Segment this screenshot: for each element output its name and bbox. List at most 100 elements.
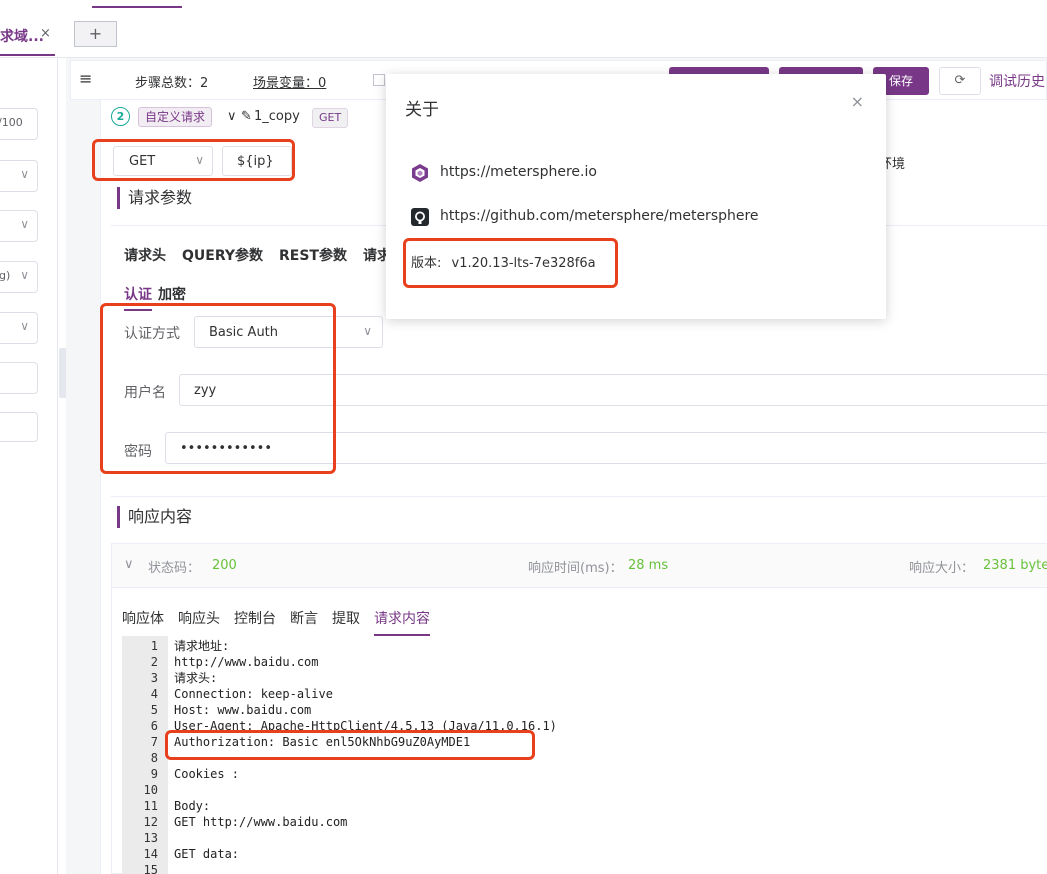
line-number: 14 [143, 847, 158, 861]
highlight-authorization [165, 730, 535, 760]
highlight-version [403, 238, 618, 288]
line-number: 8 [150, 751, 158, 765]
left-select-4[interactable]: ∨ [0, 312, 38, 344]
tab-extract[interactable]: 提取 [332, 608, 360, 628]
code-line: 10 [122, 782, 1047, 798]
code-line: 11 Body: [122, 798, 1047, 814]
tab-bar [0, 0, 1047, 58]
dialog-title: 关于 [405, 100, 439, 120]
tab-response-headers[interactable]: 响应头 [178, 608, 220, 628]
step-number: 2 [111, 107, 130, 126]
request-type-tag: 自定义请求 [138, 107, 213, 127]
method-tag: GET [312, 108, 349, 128]
request-name: 1_copy [254, 109, 300, 124]
response-time-value: 28 ms [628, 558, 669, 573]
code-line: 12 GET http://www.baidu.com [122, 814, 1047, 830]
tab-label: 求域... [0, 29, 44, 45]
github-icon [411, 208, 429, 226]
left-textarea[interactable] [0, 412, 38, 442]
request-params-title: 请求参数 [117, 187, 192, 209]
status-value: 200 [212, 558, 237, 573]
counter-text: 1/100 [0, 116, 23, 129]
chevron-down-icon: ∨ [20, 319, 29, 333]
line-text: GET data: [174, 847, 240, 861]
chevron-down-icon: ∨ [363, 324, 372, 338]
tab-rest[interactable]: REST参数 [279, 248, 347, 264]
response-panel: ∨ 状态码： 200 响应时间(ms)： 28 ms 响应大小： 2381 by… [111, 543, 1047, 874]
line-number: 13 [143, 831, 158, 845]
tab-query[interactable]: QUERY参数 [182, 248, 263, 264]
response-time-label: 响应时间(ms)： [528, 561, 623, 576]
line-number: 6 [150, 719, 158, 733]
collapse-chevron-icon[interactable]: ∨ [124, 557, 134, 572]
code-line: 15 [122, 862, 1047, 874]
code-line: 3 请求头: [122, 670, 1047, 686]
chevron-down-icon: ∨ [20, 217, 29, 231]
tab-indicator [92, 0, 182, 8]
line-text: Connection: keep-alive [174, 687, 333, 701]
expand-chevron-icon[interactable]: ∨ [227, 109, 237, 124]
select-text: g) [0, 269, 11, 282]
code-line: 13 [122, 830, 1047, 846]
code-line: 2 http://www.baidu.com [122, 654, 1047, 670]
line-text: 请求头: [174, 671, 218, 685]
status-label: 状态码： [148, 561, 201, 576]
chevron-down-icon: ∨ [20, 167, 29, 181]
metersphere-logo-icon [412, 164, 428, 182]
left-input[interactable] [0, 362, 38, 394]
left-panel: 1/100 ∨ ∨ g) ∨ ∨ [0, 58, 58, 874]
chevron-down-icon: ∨ [20, 268, 29, 282]
line-text: GET http://www.baidu.com [174, 815, 348, 829]
steps-total: 步骤总数：2 [135, 76, 209, 91]
line-number: 9 [150, 767, 158, 781]
code-line: 4 Connection: keep-alive [122, 686, 1047, 702]
tab-response-body[interactable]: 响应体 [122, 608, 164, 628]
line-number: 1 [150, 639, 158, 653]
response-tabs: 响应体 响应头 控制台 断言 提取 请求内容 [122, 608, 444, 636]
line-text: 请求地址: [174, 639, 230, 653]
about-dialog: 关于 × https://metersphere.io https://gith… [386, 74, 886, 319]
tab-assertions[interactable]: 断言 [290, 608, 318, 628]
line-number: 4 [150, 687, 158, 701]
response-summary: ∨ 状态码： 200 响应时间(ms)： 28 ms 响应大小： 2381 by… [112, 544, 1047, 588]
left-select-3[interactable]: g) ∨ [0, 261, 38, 293]
line-number: 11 [143, 799, 158, 813]
line-number: 2 [150, 655, 158, 669]
highlight-auth [100, 303, 336, 474]
tab-encrypt[interactable]: 加密 [158, 287, 186, 303]
menu-icon[interactable]: ≡ [79, 69, 92, 88]
add-tab-button[interactable]: + [74, 21, 117, 47]
close-icon[interactable]: × [40, 26, 51, 41]
checkbox-1[interactable] [373, 74, 385, 86]
github-url: https://github.com/metersphere/metersphe… [440, 208, 759, 224]
tab-console[interactable]: 控制台 [234, 608, 276, 628]
line-number: 5 [150, 703, 158, 717]
left-select-1[interactable]: ∨ [0, 160, 38, 192]
refresh-icon[interactable]: ⟳ [939, 67, 981, 95]
line-number: 10 [143, 783, 158, 797]
line-text: http://www.baidu.com [174, 655, 319, 669]
auth-tabs: 认证 加密 [124, 284, 202, 311]
code-line: 14 GET data: [122, 846, 1047, 862]
line-number: 12 [143, 815, 158, 829]
response-size-value: 2381 bytes [983, 558, 1047, 573]
line-text: Body: [174, 799, 211, 813]
params-tabs: 请求头 QUERY参数 REST参数 请求 [124, 245, 407, 265]
response-size-label: 响应大小： [909, 561, 975, 576]
counter-input[interactable]: 1/100 [0, 108, 38, 140]
scenario-variables-link[interactable]: 场景变量：0 [253, 72, 326, 91]
line-text: Cookies : [174, 767, 240, 781]
website-url: https://metersphere.io [440, 164, 597, 180]
line-number: 7 [150, 735, 158, 749]
code-line: 1 请求地址: [122, 638, 1047, 654]
line-number: 3 [150, 671, 158, 685]
line-text: Host: www.baidu.com [174, 703, 312, 717]
tab-request-content[interactable]: 请求内容 [374, 608, 430, 636]
tab-headers[interactable]: 请求头 [124, 248, 166, 264]
debug-history-link[interactable]: 调试历史 [989, 71, 1045, 91]
response-title: 响应内容 [117, 506, 192, 528]
close-icon[interactable]: × [851, 92, 864, 111]
edit-pencil-icon[interactable]: ✎ [241, 109, 252, 124]
left-select-2[interactable]: ∨ [0, 210, 38, 242]
line-number: 15 [143, 863, 158, 874]
